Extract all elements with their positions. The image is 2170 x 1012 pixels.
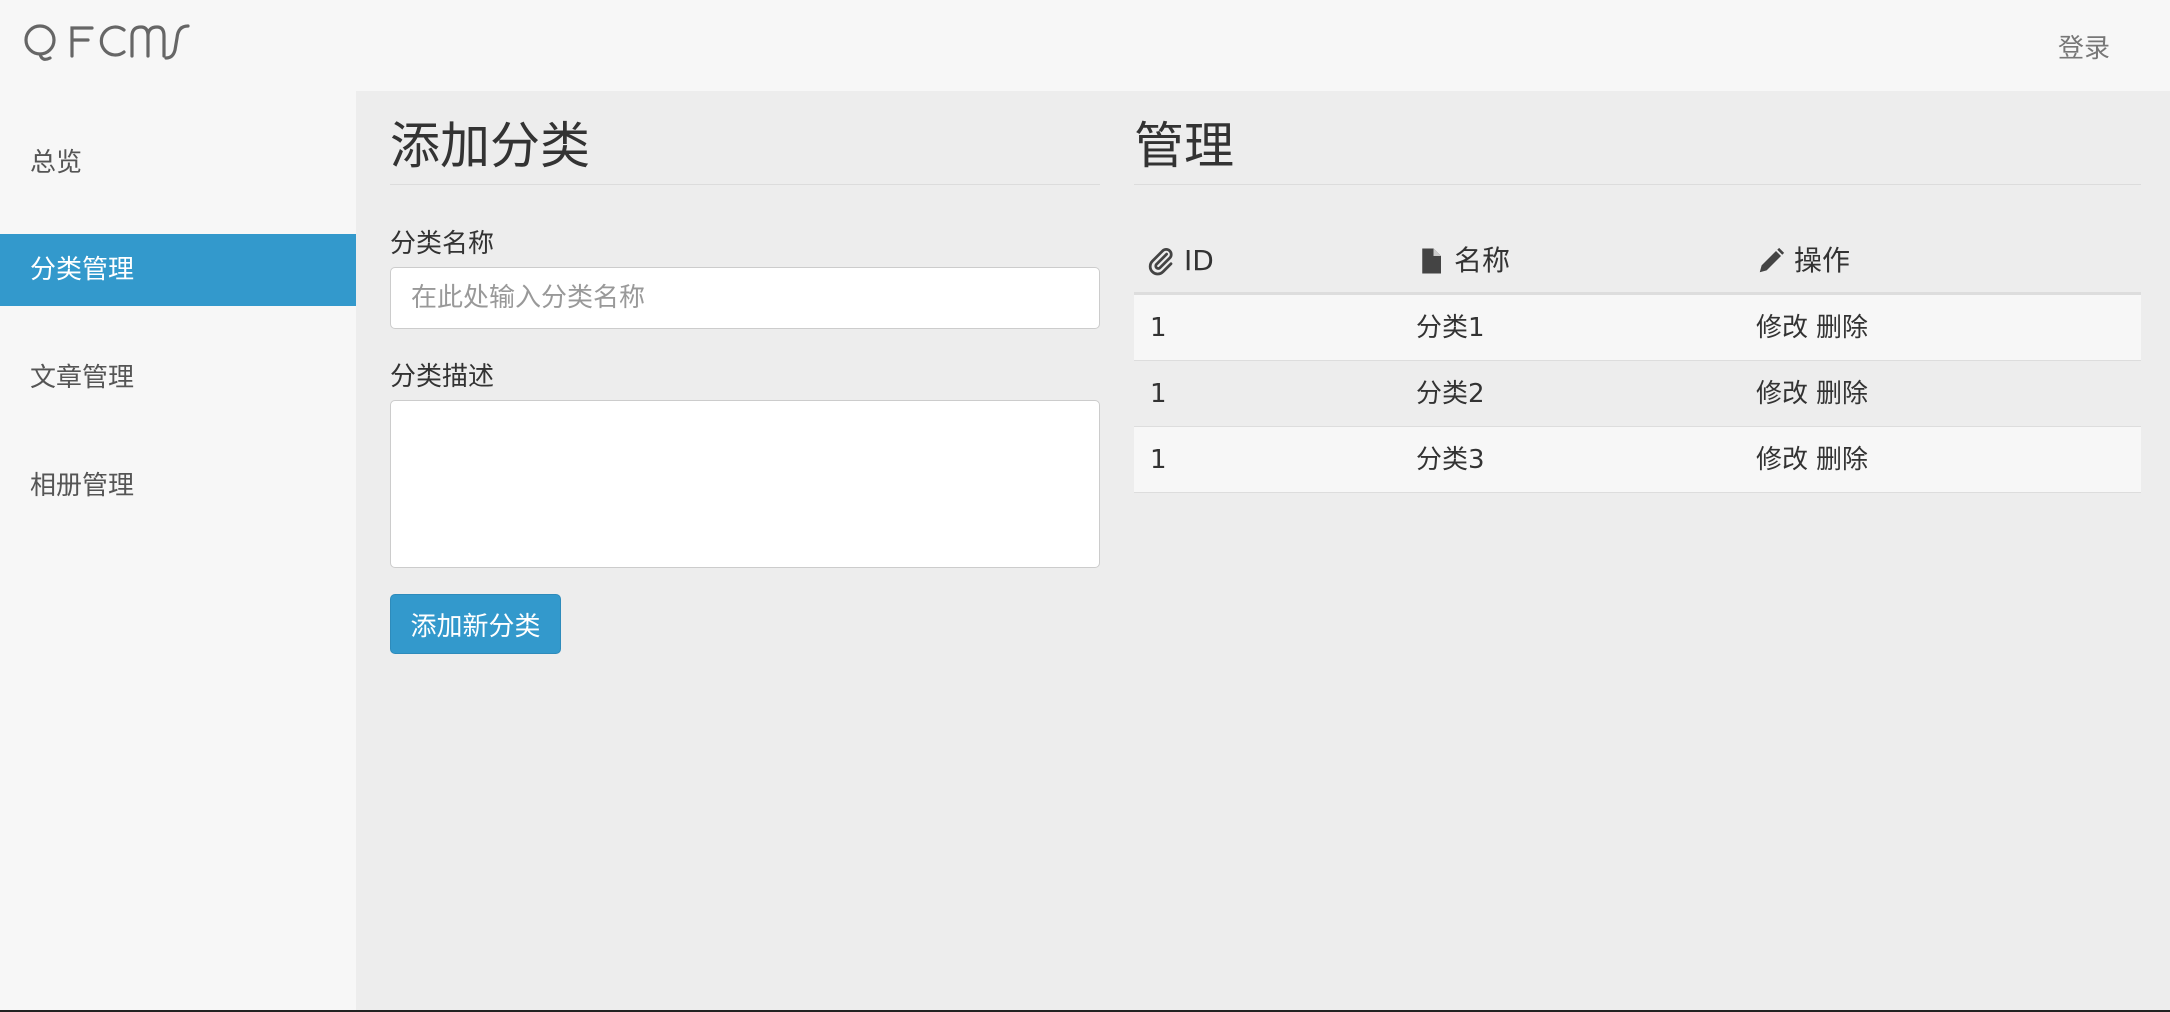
sidebar: 总览 分类管理 文章管理 相册管理	[0, 91, 356, 1012]
sidebar-item-overview[interactable]: 总览	[0, 127, 356, 199]
edit-link[interactable]: 修改	[1756, 379, 1808, 409]
sidebar-item-article-management[interactable]: 文章管理	[0, 342, 356, 414]
category-description-textarea[interactable]	[390, 400, 1100, 568]
cell-name: 分类2	[1416, 379, 1485, 409]
category-description-label: 分类描述	[390, 362, 495, 392]
column-header-name-label: 名称	[1454, 244, 1511, 277]
manage-divider	[1134, 184, 2141, 185]
cell-actions: 修改 删除	[1756, 361, 1876, 427]
column-header-actions-label: 操作	[1794, 244, 1851, 277]
cell-id: 1	[1150, 313, 1167, 343]
column-header-id-label: ID	[1184, 244, 1214, 277]
cell-actions: 修改 删除	[1756, 295, 1876, 361]
cell-name: 分类1	[1416, 313, 1485, 343]
add-category-divider	[390, 184, 1100, 185]
file-icon	[1422, 248, 1441, 274]
delete-link[interactable]: 删除	[1816, 313, 1868, 343]
add-category-title: 添加分类	[390, 117, 590, 175]
manage-title: 管理	[1134, 117, 1234, 175]
pencil-icon	[1759, 247, 1785, 273]
table-row: 1 分类2 修改 删除	[1134, 361, 2141, 427]
category-name-label: 分类名称	[390, 229, 495, 259]
qfcms-logo[interactable]	[20, 18, 190, 68]
add-category-button[interactable]: 添加新分类	[390, 594, 561, 654]
sidebar-item-category-management[interactable]: 分类管理	[0, 234, 356, 306]
cell-name: 分类3	[1416, 445, 1485, 475]
column-header-actions: 操作	[1756, 227, 1850, 295]
cell-id: 1	[1150, 379, 1167, 409]
cell-id: 1	[1150, 445, 1167, 475]
column-header-id: ID	[1146, 227, 1214, 295]
top-navbar: 登录	[0, 0, 2170, 91]
login-link[interactable]: 登录	[2058, 28, 2110, 65]
cell-actions: 修改 删除	[1756, 427, 1876, 493]
sidebar-item-album-management[interactable]: 相册管理	[0, 450, 356, 522]
edit-link[interactable]: 修改	[1756, 445, 1808, 475]
category-table: ID 名称 操作 1 分类1 修改 删除 1 分类2 修改 删除 1 分类3 修…	[1134, 227, 2141, 493]
table-header-row: ID 名称 操作	[1134, 227, 2141, 295]
table-row: 1 分类1 修改 删除	[1134, 295, 2141, 361]
table-row: 1 分类3 修改 删除	[1134, 427, 2141, 493]
delete-link[interactable]: 删除	[1816, 379, 1868, 409]
category-name-input[interactable]	[390, 267, 1100, 329]
main-content: 添加分类 分类名称 分类描述 添加新分类 管理 ID 名称	[356, 91, 2170, 1012]
paperclip-icon	[1148, 248, 1173, 276]
column-header-name: 名称	[1416, 227, 1510, 295]
edit-link[interactable]: 修改	[1756, 313, 1808, 343]
delete-link[interactable]: 删除	[1816, 445, 1868, 475]
